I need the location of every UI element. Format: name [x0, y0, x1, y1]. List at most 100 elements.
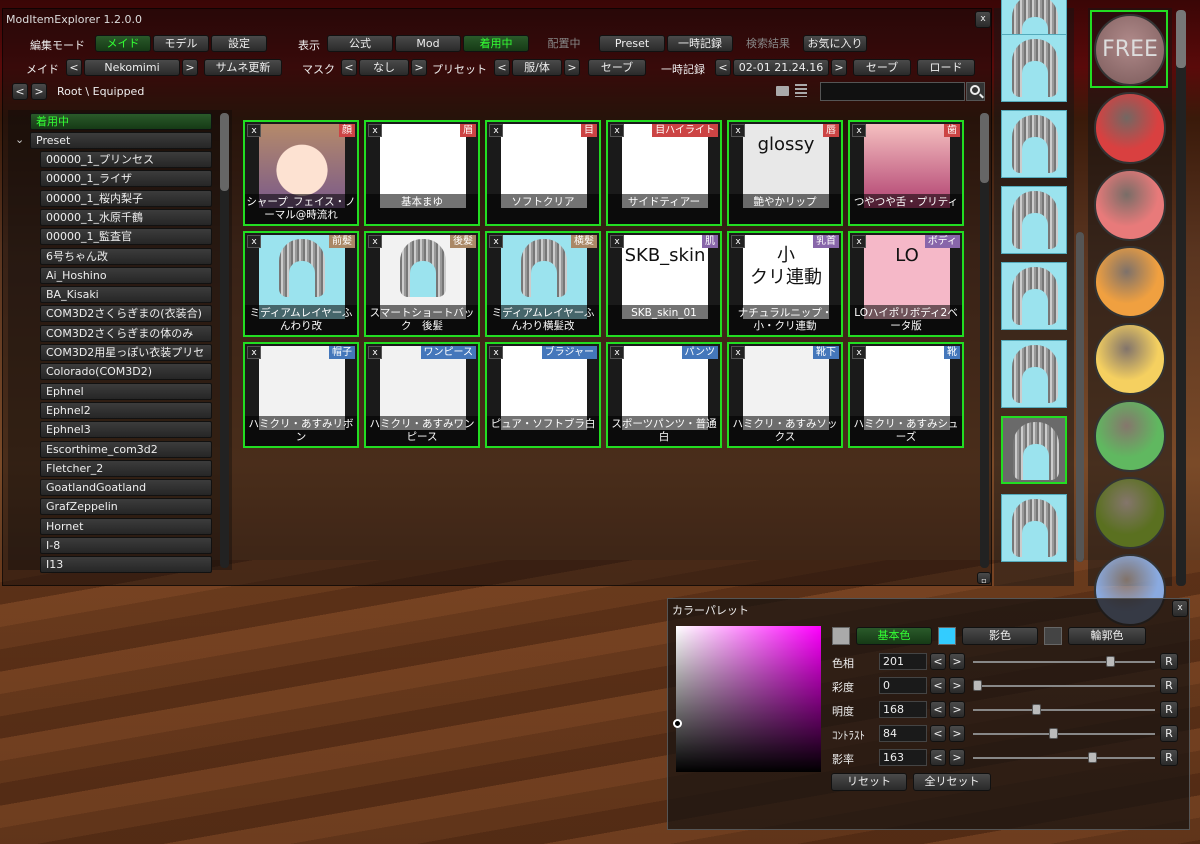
- tree-item[interactable]: Colorado(COM3D2): [40, 363, 212, 381]
- reset-value-button[interactable]: R: [1160, 677, 1178, 694]
- item-card[interactable]: x 目ソフトクリア: [485, 120, 601, 226]
- tab-preset[interactable]: Preset: [599, 35, 665, 52]
- hair-thumbnail[interactable]: [1001, 340, 1067, 408]
- tree-item[interactable]: Escorthime_com3d2: [40, 440, 212, 458]
- card-close-button[interactable]: x: [247, 124, 261, 137]
- folder-icon[interactable]: [776, 86, 789, 96]
- tab-official[interactable]: 公式: [327, 35, 393, 52]
- item-card[interactable]: x 靴下 ハミクリ・あすみソックス: [727, 342, 843, 448]
- outline-color-button[interactable]: 輪郭色: [1068, 627, 1146, 645]
- slider-track[interactable]: [973, 661, 1155, 663]
- hair-thumbnail[interactable]: [1001, 416, 1067, 484]
- item-card[interactable]: x 目ハイライト サイドティアー: [606, 120, 722, 226]
- base-color-button[interactable]: 基本色: [856, 627, 932, 645]
- preset-value-field[interactable]: 服/体: [512, 59, 562, 76]
- item-card[interactable]: x パンツ スポーツパンツ・普通白: [606, 342, 722, 448]
- card-close-button[interactable]: x: [368, 124, 382, 137]
- slider-knob[interactable]: [1032, 704, 1042, 715]
- tree-item[interactable]: 00000_1_桜内梨子: [40, 189, 212, 207]
- search-input[interactable]: [820, 82, 965, 101]
- item-card[interactable]: SKB_skin x 肌 SKB_skin_01: [606, 231, 722, 337]
- tree-scrollbar[interactable]: [220, 113, 229, 568]
- maid-prev-button[interactable]: <: [66, 59, 82, 76]
- card-close-button[interactable]: x: [368, 346, 382, 359]
- reset-value-button[interactable]: R: [1160, 725, 1178, 742]
- tab-equipped[interactable]: 着用中: [463, 35, 529, 52]
- mode-maid-button[interactable]: メイド: [95, 35, 151, 52]
- nav-back-button[interactable]: <: [12, 83, 28, 100]
- color-picker-square[interactable]: [676, 626, 821, 772]
- slider-track[interactable]: [973, 709, 1155, 711]
- mask-next-button[interactable]: >: [411, 59, 427, 76]
- tab-placed[interactable]: 配置中: [531, 35, 597, 52]
- tree-item[interactable]: 00000_1_プリンセス: [40, 151, 212, 168]
- decrement-button[interactable]: <: [930, 725, 946, 742]
- card-close-button[interactable]: x: [489, 235, 503, 248]
- temp-next-button[interactable]: >: [831, 59, 847, 76]
- temp-value-field[interactable]: 02-01 21.24.16: [733, 59, 829, 76]
- tree-item-equipped[interactable]: 着用中: [30, 113, 212, 130]
- temp-load-button[interactable]: ロード: [917, 59, 975, 76]
- grid-scrollbar[interactable]: [980, 113, 989, 568]
- tree-item[interactable]: COM3D2さくらぎまの体のみ: [40, 324, 212, 342]
- slider-value-input[interactable]: 84: [879, 725, 927, 742]
- card-close-button[interactable]: x: [852, 346, 866, 359]
- hair-thumbnail[interactable]: [1001, 110, 1067, 178]
- item-card[interactable]: x 後髪 スマートショートバック 後髪: [364, 231, 480, 337]
- tree-item[interactable]: 00000_1_監査官: [40, 228, 212, 246]
- item-card[interactable]: x 顔シャープ_フェイス・ノーマル@時流れ: [243, 120, 359, 226]
- tree-item[interactable]: Ai_Hoshino: [40, 266, 212, 284]
- maid-name-field[interactable]: Nekomimi: [84, 59, 180, 76]
- tree-item[interactable]: I-8: [40, 537, 212, 554]
- color-swatch[interactable]: [1094, 169, 1166, 241]
- tree-item[interactable]: BA_Kisaki: [40, 286, 212, 304]
- color-swatch[interactable]: [1094, 92, 1166, 164]
- color-swatch[interactable]: [1094, 323, 1166, 395]
- preset-next-button[interactable]: >: [564, 59, 580, 76]
- card-close-button[interactable]: x: [852, 235, 866, 248]
- item-card[interactable]: x 眉基本まゆ: [364, 120, 480, 226]
- nav-forward-button[interactable]: >: [31, 83, 47, 100]
- temp-prev-button[interactable]: <: [715, 59, 731, 76]
- tree-item[interactable]: 00000_1_ライザ: [40, 170, 212, 188]
- tab-search-results[interactable]: 検索結果: [735, 35, 801, 52]
- slider-track[interactable]: [973, 757, 1155, 759]
- slider-value-input[interactable]: 0: [879, 677, 927, 694]
- maid-next-button[interactable]: >: [182, 59, 198, 76]
- card-close-button[interactable]: x: [247, 346, 261, 359]
- preset-prev-button[interactable]: <: [494, 59, 510, 76]
- decrement-button[interactable]: <: [930, 653, 946, 670]
- tree-item[interactable]: Hornet: [40, 517, 212, 535]
- card-close-button[interactable]: x: [610, 124, 624, 137]
- slider-knob[interactable]: [973, 680, 982, 691]
- reset-value-button[interactable]: R: [1160, 701, 1178, 718]
- tree-item[interactable]: COM3D2用星っぽい衣装プリセ: [40, 344, 212, 361]
- tree-item[interactable]: Ephnel2: [40, 401, 212, 419]
- increment-button[interactable]: >: [949, 749, 965, 766]
- color-swatch[interactable]: [1094, 400, 1166, 472]
- card-close-button[interactable]: x: [368, 235, 382, 248]
- slider-knob[interactable]: [1106, 656, 1116, 667]
- increment-button[interactable]: >: [949, 701, 965, 718]
- tree-item[interactable]: GoatlandGoatland: [40, 479, 212, 497]
- tab-temp-record[interactable]: 一時記録: [667, 35, 733, 52]
- shadow-color-button[interactable]: 影色: [962, 627, 1038, 645]
- slider-value-input[interactable]: 201: [879, 653, 927, 670]
- item-card[interactable]: x 靴ハミクリ・あすみシューズ: [848, 342, 964, 448]
- slider-value-input[interactable]: 168: [879, 701, 927, 718]
- mode-model-button[interactable]: モデル: [153, 35, 209, 52]
- decrement-button[interactable]: <: [930, 701, 946, 718]
- color-swatch[interactable]: [1094, 477, 1166, 549]
- card-close-button[interactable]: x: [489, 346, 503, 359]
- reset-value-button[interactable]: R: [1160, 653, 1178, 670]
- decrement-button[interactable]: <: [930, 749, 946, 766]
- card-close-button[interactable]: x: [731, 124, 745, 137]
- tree-item[interactable]: Ephnel: [40, 382, 212, 400]
- tree-item[interactable]: I13: [40, 556, 212, 574]
- slider-track[interactable]: [973, 733, 1155, 735]
- decrement-button[interactable]: <: [930, 677, 946, 694]
- item-card[interactable]: x 前髪 ミディアムレイヤーふんわり改: [243, 231, 359, 337]
- item-card[interactable]: x ワンピース ハミクリ・あすみワンピース: [364, 342, 480, 448]
- mask-value-field[interactable]: なし: [359, 59, 409, 76]
- item-card[interactable]: x ブラジャー ピュア・ソフトブラ白: [485, 342, 601, 448]
